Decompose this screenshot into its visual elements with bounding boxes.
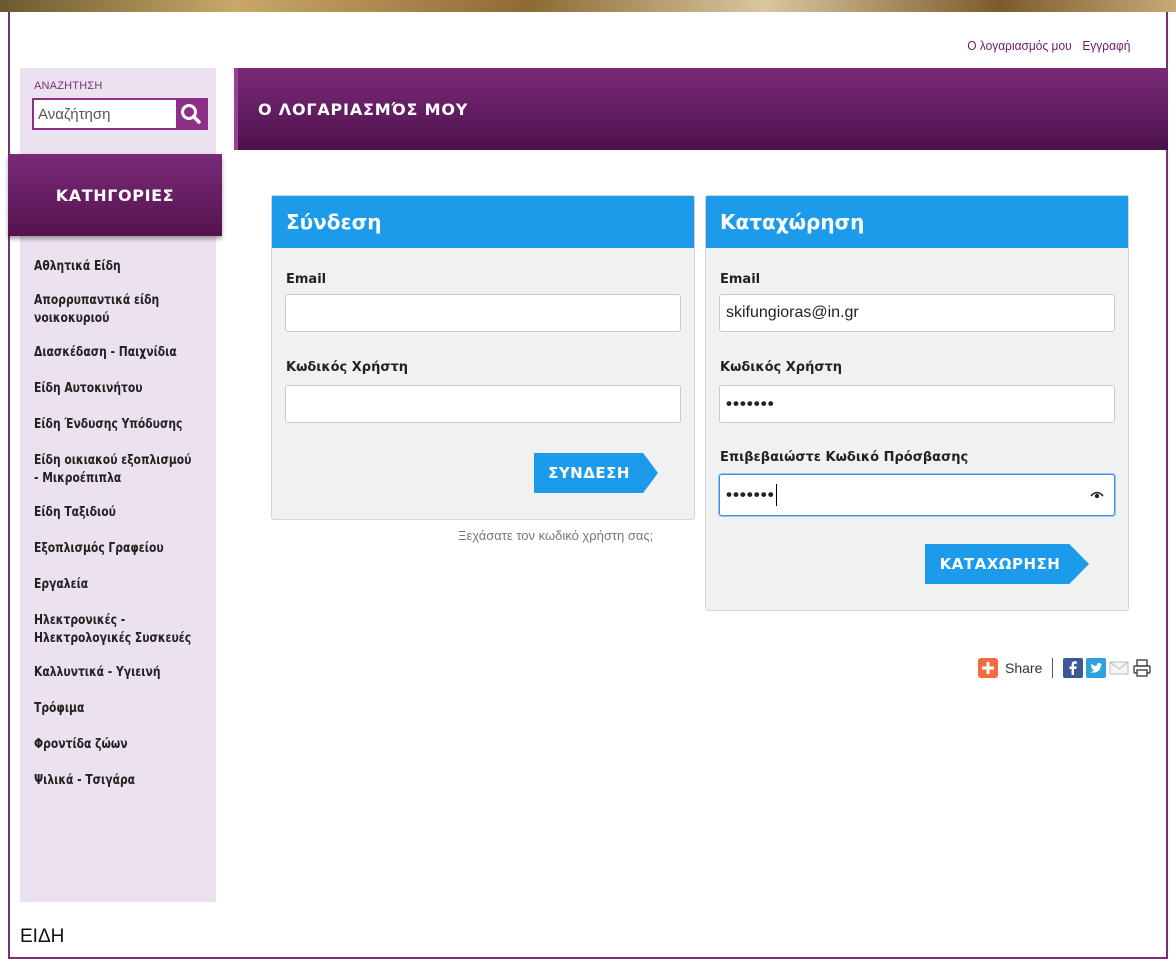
search-box	[32, 98, 208, 130]
register-panel-title: Καταχώρηση	[706, 196, 1128, 248]
category-item[interactable]: Είδη Αυτοκινήτου	[34, 380, 196, 398]
register-email-label: Email	[720, 272, 761, 287]
categories-title: ΚΑΤΗΓΟΡΙΕΣ	[55, 185, 175, 205]
top-banner	[0, 0, 1176, 12]
category-item[interactable]: Είδη οικιακού εξοπλισμού - Μικροέπιπλα	[34, 452, 196, 488]
email-icon[interactable]	[1109, 658, 1129, 678]
category-item[interactable]: Ηλεκτρονικές - Ηλεκτρολογικές Συσκευές	[34, 612, 196, 648]
category-item[interactable]: Καλλυντικά - Υγιεινή	[34, 664, 196, 682]
category-item[interactable]: Ψιλικά - Τσιγάρα	[34, 772, 196, 790]
page-title-bar: Ο ΛΟΓΑΡΙΑΣΜΌΣ ΜΟΥ	[234, 68, 1168, 150]
confirm-password-label: Επιβεβαιώστε Κωδικό Πρόσβασης	[720, 450, 969, 465]
print-icon[interactable]	[1132, 658, 1152, 678]
share-plus-icon[interactable]	[978, 658, 998, 678]
forgot-password-link[interactable]: Ξεχάσατε τον κωδικό χρήστη σας;	[458, 528, 653, 543]
register-password-label: Κωδικός Χρήστη	[720, 360, 843, 375]
category-item[interactable]: Τρόφιμα	[34, 700, 196, 718]
register-button[interactable]: ΚΑΤΑΧΩΡΗΣΗ	[925, 544, 1089, 584]
password-dots: •••••••	[726, 394, 775, 413]
search-button[interactable]	[176, 100, 206, 128]
login-password-label: Κωδικός Χρήστη	[286, 360, 409, 375]
search-input[interactable]	[34, 100, 176, 128]
page-title: Ο ΛΟΓΑΡΙΑΣΜΌΣ ΜΟΥ	[258, 99, 469, 119]
login-button[interactable]: ΣΥΝΔΕΣΗ	[534, 453, 658, 493]
share-label[interactable]: Share	[1005, 660, 1042, 676]
my-account-link[interactable]: Ο λογαριασμός μου	[967, 38, 1071, 53]
category-item[interactable]: Είδη Ένδυσης Υπόδυσης	[34, 416, 196, 434]
category-item[interactable]: Φροντίδα ζώων	[34, 736, 196, 754]
bottom-label: ΕΙΔΗ	[20, 926, 65, 947]
register-panel: Καταχώρηση Email skifungioras@in.gr Κωδι…	[705, 195, 1129, 611]
login-panel-title: Σύνδεση	[272, 196, 694, 248]
search-caption: ΑΝΑΖΗΤΗΣΗ	[34, 80, 103, 92]
share-bar: Share	[978, 658, 1155, 678]
share-separator	[1052, 658, 1054, 678]
confirm-password-dots: •••••••	[726, 485, 775, 504]
top-links: Ο λογαριασμός μου Εγγραφή	[959, 38, 1130, 53]
twitter-icon[interactable]	[1086, 658, 1107, 678]
category-item[interactable]: Αθλητικά Είδη	[34, 258, 196, 276]
facebook-icon[interactable]	[1063, 658, 1084, 678]
login-password-field[interactable]	[285, 385, 681, 423]
category-item[interactable]: Εξοπλισμός Γραφείου	[34, 540, 196, 558]
category-item[interactable]: Διασκέδαση - Παιχνίδια	[34, 344, 196, 362]
login-email-label: Email	[286, 272, 327, 287]
category-item[interactable]: Είδη Ταξιδιού	[34, 504, 196, 522]
category-list: Αθλητικά Είδη Απορρυπαντικά είδη νοικοκυ…	[34, 258, 210, 790]
reveal-password-icon[interactable]	[1090, 487, 1104, 501]
login-panel: Σύνδεση Email Κωδικός Χρήστη ΣΥΝΔΕΣΗ	[271, 195, 695, 520]
confirm-password-field[interactable]: •••••••	[719, 474, 1115, 516]
search-icon	[181, 104, 201, 124]
register-password-field[interactable]: •••••••	[719, 385, 1115, 423]
register-link[interactable]: Εγγραφή	[1082, 38, 1130, 53]
category-item[interactable]: Εργαλεία	[34, 576, 196, 594]
login-email-field[interactable]	[285, 294, 681, 332]
categories-header: ΚΑΤΗΓΟΡΙΕΣ	[8, 154, 222, 236]
text-cursor	[775, 484, 777, 506]
category-item[interactable]: Απορρυπαντικά είδη νοικοκυριού	[34, 292, 196, 328]
register-email-field[interactable]: skifungioras@in.gr	[719, 294, 1115, 332]
